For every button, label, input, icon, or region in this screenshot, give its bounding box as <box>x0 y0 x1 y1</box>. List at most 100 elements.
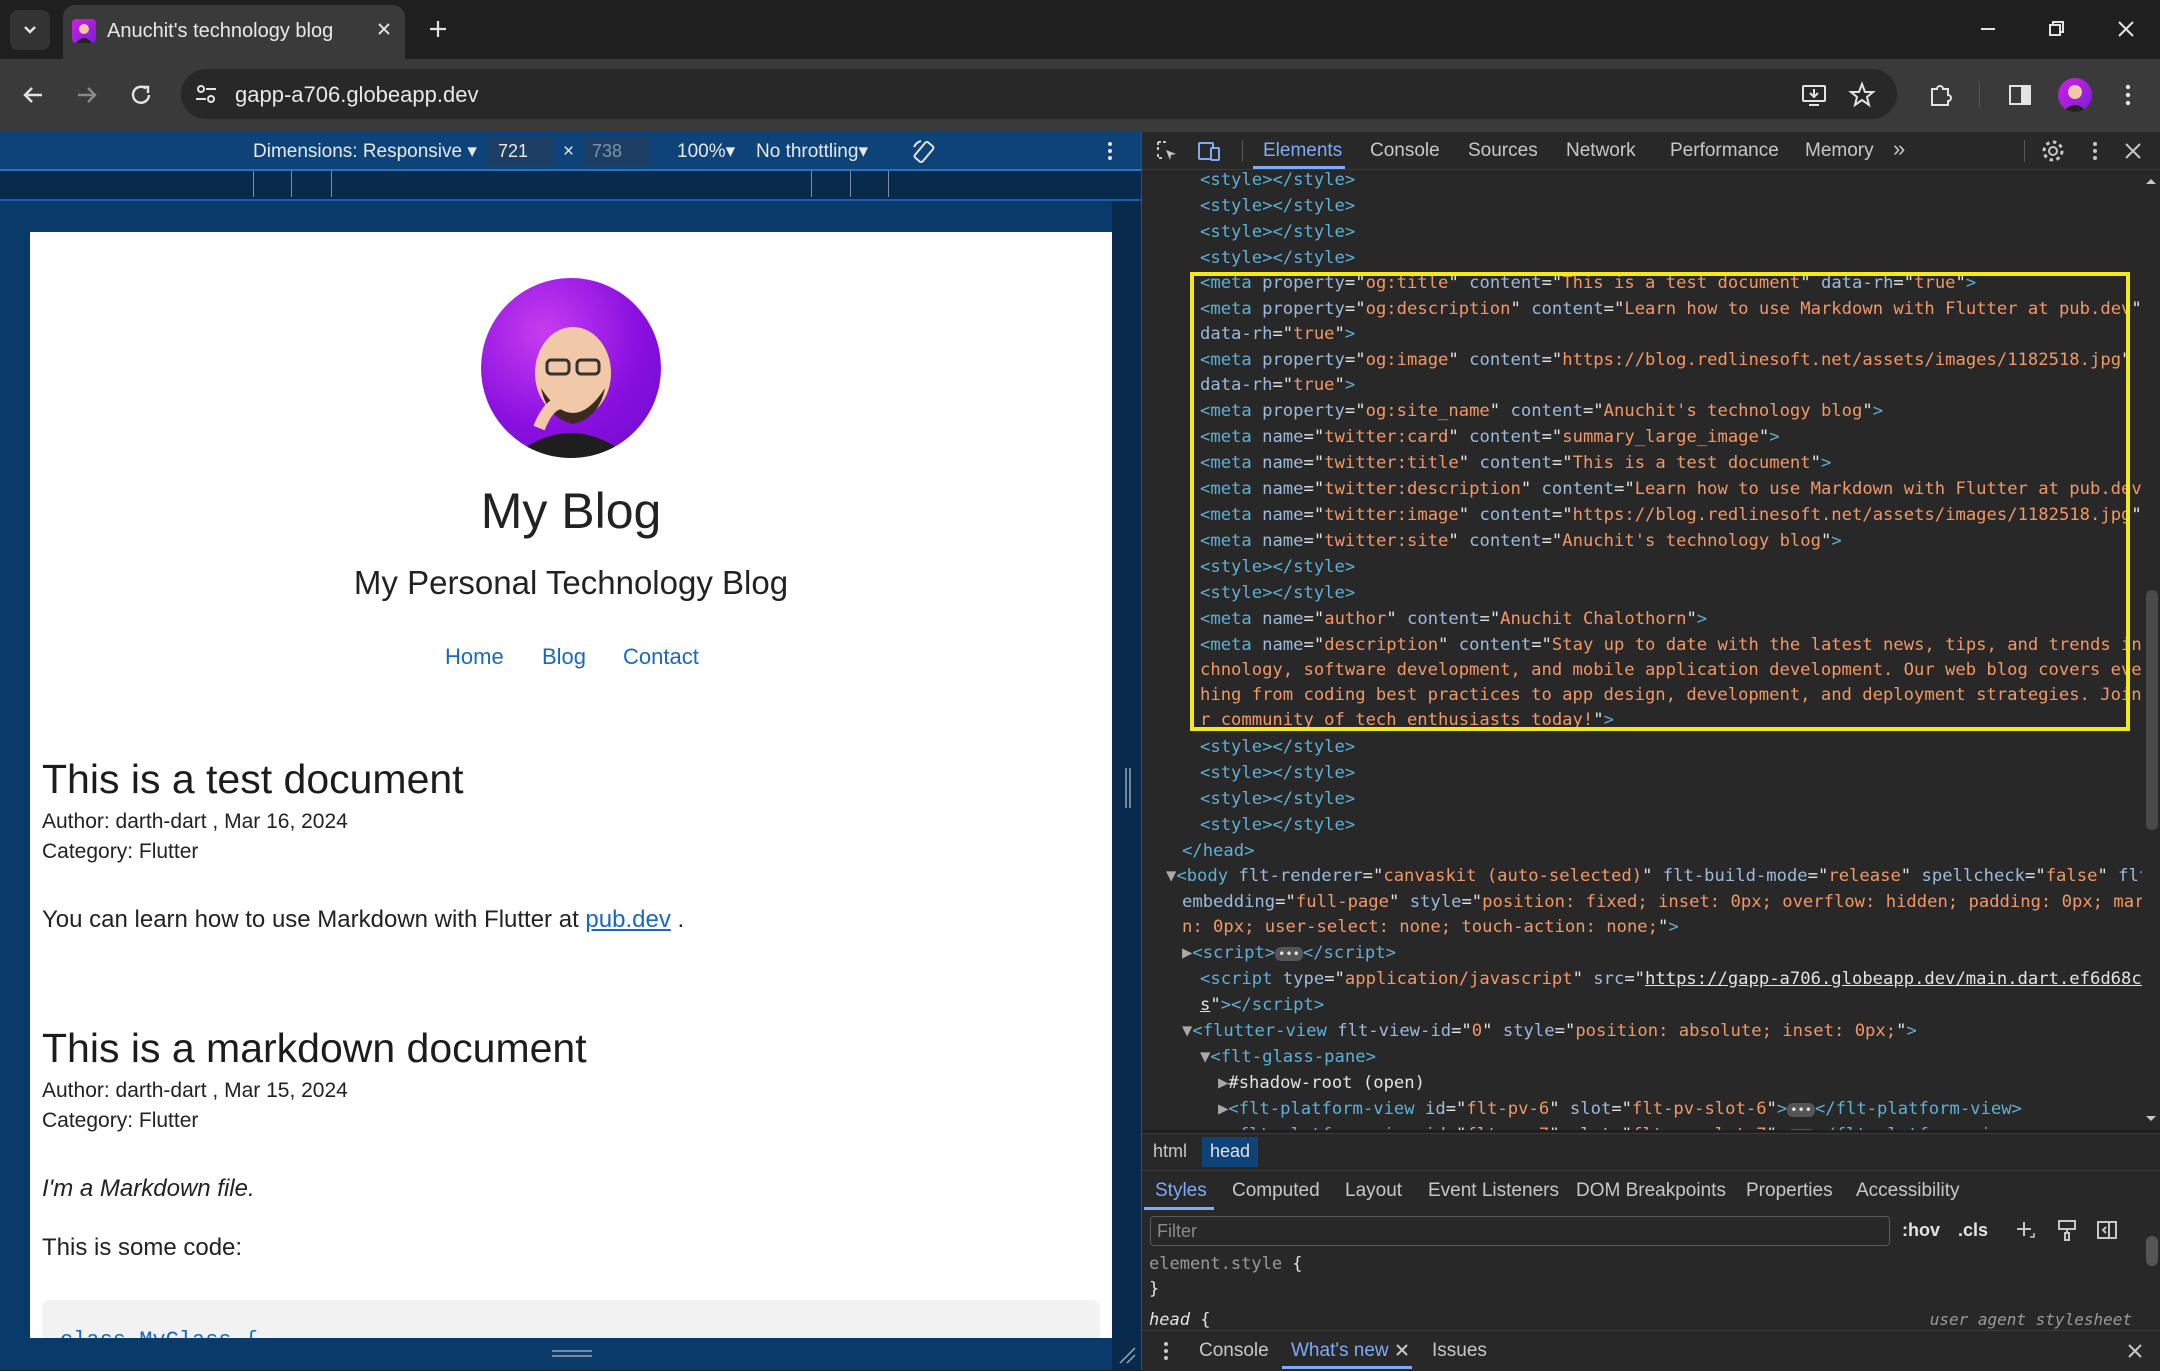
side-panel-icon[interactable] <box>2004 79 2036 111</box>
dom-node-body[interactable]: ▼<body flt-renderer="canvaskit (auto-sel… <box>1166 866 2142 886</box>
expanded-arrow-icon[interactable]: ▼ <box>1166 866 1176 886</box>
drawer-menu-icon[interactable] <box>1156 1340 1176 1362</box>
browser-menu-icon[interactable] <box>2112 79 2144 111</box>
dom-node-style[interactable]: <style></style> <box>1200 763 1355 783</box>
resize-handle-bottom[interactable] <box>552 1350 592 1358</box>
tab-styles[interactable]: Styles <box>1155 1180 1207 1202</box>
tab-computed[interactable]: Computed <box>1232 1180 1320 1202</box>
hov-toggle[interactable]: :hov <box>1902 1220 1940 1241</box>
expanded-arrow-icon[interactable]: ▼ <box>1200 1047 1210 1067</box>
dom-node-platform-view[interactable]: ▶<flt-platform-view id="flt-pv-7" slot="… <box>1218 1125 2022 1130</box>
minimize-icon[interactable] <box>1974 15 2002 43</box>
dom-node-head-close[interactable]: </head> <box>1182 841 1254 861</box>
restore-icon[interactable] <box>2042 15 2070 43</box>
tab-layout[interactable]: Layout <box>1345 1180 1402 1202</box>
cls-toggle[interactable]: .cls <box>1958 1220 1988 1241</box>
tab-network[interactable]: Network <box>1566 140 1636 162</box>
drawer-tab-console[interactable]: Console <box>1199 1340 1269 1362</box>
close-window-icon[interactable] <box>2112 15 2140 43</box>
back-icon[interactable] <box>16 78 50 112</box>
drawer-tab-issues[interactable]: Issues <box>1432 1340 1487 1362</box>
dom-node-glass-pane[interactable]: ▼<flt-glass-pane> <box>1200 1047 1376 1067</box>
dom-node-style[interactable]: <style></style> <box>1200 789 1355 809</box>
more-tabs-icon[interactable]: » <box>1893 136 1905 162</box>
styles-filter-input[interactable] <box>1150 1216 1890 1246</box>
devtools-menu-icon[interactable] <box>2082 138 2108 164</box>
throttling-dropdown[interactable]: No throttling▾ <box>756 140 868 163</box>
dom-node-script[interactable]: <script type="application/javascript" sr… <box>1200 969 2142 989</box>
tab-properties[interactable]: Properties <box>1746 1180 1833 1202</box>
collapsed-arrow-icon[interactable]: ▶ <box>1218 1073 1228 1093</box>
dom-node-style[interactable]: <style></style> <box>1200 170 1355 190</box>
new-tab-icon[interactable] <box>424 15 452 43</box>
dom-node-style[interactable]: <style></style> <box>1200 815 1355 835</box>
tab-search-button[interactable] <box>10 10 50 50</box>
dom-node-flutter-view[interactable]: ▼<flutter-view flt-view-id="0" style="po… <box>1182 1021 1917 1041</box>
dom-node-style[interactable]: <style></style> <box>1200 248 1355 268</box>
tab-performance[interactable]: Performance <box>1670 140 1779 162</box>
device-toolbar-more-icon[interactable] <box>1097 138 1123 164</box>
close-devtools-icon[interactable] <box>2120 138 2146 164</box>
dom-node-platform-view[interactable]: ▶<flt-platform-view id="flt-pv-6" slot="… <box>1218 1099 2022 1119</box>
site-info-icon[interactable] <box>192 80 220 108</box>
forward-icon[interactable] <box>70 78 104 112</box>
url-text[interactable]: gapp-a706.globeapp.dev <box>235 82 478 108</box>
nav-home-link[interactable]: Home <box>445 644 504 670</box>
tab-dom-breakpoints[interactable]: DOM Breakpoints <box>1576 1180 1726 1202</box>
expanded-arrow-icon[interactable]: ▼ <box>1182 1021 1192 1041</box>
dom-node-style[interactable]: <style></style> <box>1200 222 1355 242</box>
close-drawer-icon[interactable] <box>2124 1340 2146 1362</box>
settings-gear-icon[interactable] <box>2040 138 2066 164</box>
style-rule[interactable]: element.style { <box>1149 1254 1303 1274</box>
dom-tree-scroll-thumb[interactable] <box>2146 590 2158 830</box>
dom-node-style[interactable]: <style></style> <box>1200 737 1355 757</box>
tab-elements[interactable]: Elements <box>1263 140 1342 162</box>
width-input[interactable]: 721 <box>488 137 554 165</box>
scroll-down-icon[interactable] <box>2144 1114 2158 1124</box>
ellipsis-badge[interactable]: ••• <box>1787 1129 1815 1130</box>
rotate-icon[interactable] <box>910 138 938 166</box>
resize-corner-icon[interactable] <box>1118 1346 1136 1364</box>
toggle-sidebar-icon[interactable] <box>2094 1217 2120 1243</box>
dom-node-style[interactable]: <style></style> <box>1200 196 1355 216</box>
bookmark-star-icon[interactable] <box>1846 79 1878 111</box>
reload-icon[interactable] <box>124 78 158 112</box>
dom-node-shadow-root[interactable]: ▶#shadow-root (open) <box>1218 1073 1425 1093</box>
collapsed-arrow-icon[interactable]: ▶ <box>1218 1125 1228 1130</box>
extensions-icon[interactable] <box>1924 79 1956 111</box>
ellipsis-badge[interactable]: ••• <box>1787 1103 1815 1117</box>
height-input[interactable]: 738 <box>584 137 650 165</box>
tab-sources[interactable]: Sources <box>1468 140 1538 162</box>
pub-dev-link[interactable]: pub.dev <box>585 906 670 933</box>
paint-brush-icon[interactable] <box>2054 1217 2080 1243</box>
zoom-dropdown[interactable]: 100%▾ <box>677 140 735 163</box>
script-src-link[interactable]: https://gapp-a706.globeapp.dev/main.dart… <box>1645 969 2142 989</box>
device-toolbar-toggle-icon[interactable] <box>1196 138 1222 164</box>
post-title[interactable]: This is a test document <box>42 756 464 803</box>
scroll-up-icon[interactable] <box>2144 176 2158 186</box>
close-drawer-tab-icon[interactable] <box>1393 1341 1411 1359</box>
profile-avatar[interactable] <box>2058 78 2092 112</box>
inspect-element-icon[interactable] <box>1154 138 1180 164</box>
install-app-icon[interactable] <box>1798 79 1830 111</box>
tab-memory[interactable]: Memory <box>1805 140 1874 162</box>
resize-handle-right[interactable] <box>1125 768 1131 808</box>
styles-scrollbar[interactable] <box>2142 1214 2160 1330</box>
close-tab-icon[interactable] <box>372 17 396 41</box>
drawer-tab-whats-new[interactable]: What's new <box>1291 1340 1389 1362</box>
collapsed-arrow-icon[interactable]: ▶ <box>1182 943 1192 963</box>
script-src-link[interactable]: s <box>1200 995 1210 1015</box>
nav-blog-link[interactable]: Blog <box>542 644 586 670</box>
tab-accessibility[interactable]: Accessibility <box>1856 1180 1959 1202</box>
dimensions-dropdown[interactable]: Dimensions: Responsive ▾ <box>253 140 477 163</box>
tab-console[interactable]: Console <box>1370 140 1440 162</box>
ellipsis-badge[interactable]: ••• <box>1275 947 1303 961</box>
style-rule[interactable]: head { <box>1149 1310 1210 1330</box>
collapsed-arrow-icon[interactable]: ▶ <box>1218 1099 1228 1119</box>
nav-contact-link[interactable]: Contact <box>623 644 699 670</box>
breadcrumb-head[interactable]: head <box>1210 1141 1250 1162</box>
dom-node-script[interactable]: ▶<script> ••• </script> <box>1182 943 1396 963</box>
post-title[interactable]: This is a markdown document <box>42 1025 587 1072</box>
new-style-rule-icon[interactable] <box>2012 1217 2038 1243</box>
styles-scroll-thumb[interactable] <box>2146 1236 2158 1266</box>
